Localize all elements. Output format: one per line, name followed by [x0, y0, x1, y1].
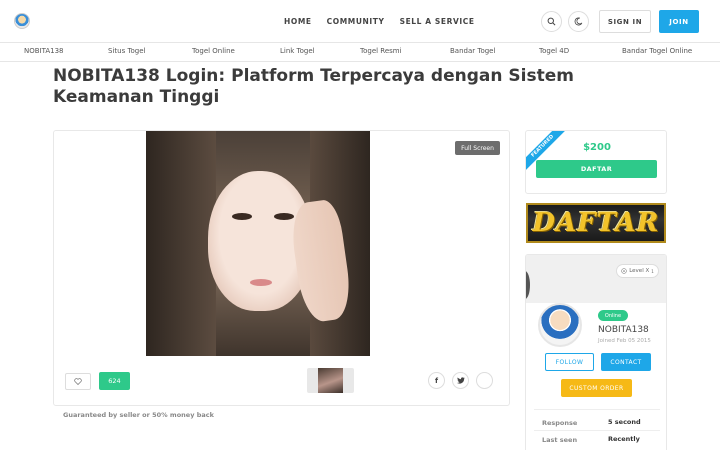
price-value: $200 — [583, 142, 611, 153]
level-icon — [621, 268, 627, 274]
follow-button[interactable]: FOLLOW — [545, 353, 594, 371]
category-link[interactable]: Togel Resmi — [360, 47, 402, 55]
stat-label-last-seen: Last seen — [542, 436, 578, 444]
guarantee-text: Guaranteed by seller or 50% money back — [63, 411, 214, 419]
heart-icon — [74, 378, 82, 385]
stat-value-last-seen: Recently — [608, 435, 640, 443]
stat-label-response: Response — [542, 419, 578, 427]
level-text: Level X — [629, 268, 650, 274]
top-navbar: HOME COMMUNITY SELL A SERVICE SIGN IN JO… — [0, 0, 720, 43]
logo-avatar[interactable] — [14, 13, 30, 29]
seller-profile-card: Level X1 Online NOBITA138 Joined Feb 05 … — [525, 254, 667, 450]
search-button[interactable] — [541, 11, 562, 32]
main-nav: HOME COMMUNITY SELL A SERVICE — [284, 17, 475, 26]
facebook-icon: f — [434, 376, 439, 385]
divider — [534, 409, 660, 410]
banner-text: DAFTAR — [532, 208, 660, 238]
category-link[interactable]: Togel Online — [192, 47, 235, 55]
category-link[interactable]: Situs Togel — [108, 47, 146, 55]
nav-community[interactable]: COMMUNITY — [327, 17, 385, 26]
theme-toggle-button[interactable] — [568, 11, 589, 32]
level-superscript: 1 — [651, 268, 654, 274]
category-link[interactable]: Link Togel — [280, 47, 315, 55]
seller-joined-date: Joined Feb 05 2015 — [598, 338, 651, 344]
seller-username[interactable]: NOBITA138 — [598, 325, 649, 335]
twitter-icon — [456, 377, 465, 384]
price-card: FEATURED $200 DAFTAR — [525, 130, 667, 194]
twitter-share-button[interactable] — [452, 372, 469, 389]
like-count-badge[interactable]: 624 — [99, 372, 130, 390]
nav-home[interactable]: HOME — [284, 17, 312, 26]
page-title: NOBITA138 Login: Platform Terpercaya den… — [53, 66, 574, 107]
main-photo[interactable] — [146, 131, 370, 356]
daftar-banner[interactable]: DAFTAR — [526, 203, 666, 243]
profile-cover — [526, 255, 666, 303]
moon-icon — [574, 17, 583, 26]
more-share-button[interactable] — [476, 372, 493, 389]
custom-order-button[interactable]: CUSTOM ORDER — [561, 379, 632, 397]
category-link[interactable]: Bandar Togel Online — [622, 47, 692, 55]
category-link[interactable]: Bandar Togel — [450, 47, 495, 55]
facebook-share-button[interactable]: f — [428, 372, 445, 389]
avatar[interactable] — [538, 303, 582, 347]
category-bar: NOBITA138 Situs Togel Togel Online Link … — [0, 43, 720, 62]
category-link[interactable]: NOBITA138 — [24, 47, 64, 55]
status-badge: Online — [598, 310, 628, 321]
photo-thumbnail[interactable] — [307, 368, 354, 393]
nav-sell-service[interactable]: SELL A SERVICE — [400, 17, 475, 26]
level-badge: Level X1 — [616, 264, 659, 278]
daftar-button[interactable]: DAFTAR — [536, 160, 657, 178]
fullscreen-button[interactable]: Full Screen — [455, 141, 500, 155]
like-button[interactable] — [65, 373, 91, 390]
category-link[interactable]: Togel 4D — [539, 47, 569, 55]
divider — [534, 430, 660, 431]
contact-button[interactable]: CONTACT — [601, 353, 651, 371]
sign-in-button[interactable]: SIGN IN — [599, 10, 651, 33]
gig-media-panel: Full Screen 624 f — [53, 130, 510, 406]
join-button[interactable]: JOIN — [659, 10, 699, 33]
stat-value-response: 5 second — [608, 418, 641, 426]
search-icon — [547, 17, 556, 26]
